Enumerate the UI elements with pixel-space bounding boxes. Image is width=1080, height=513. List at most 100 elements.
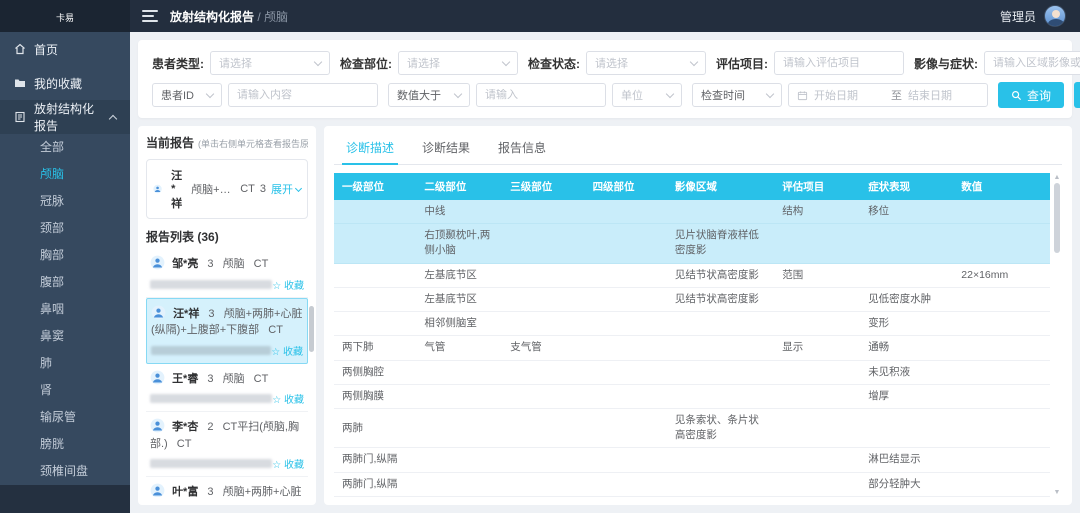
- table-cell[interactable]: [860, 263, 953, 287]
- table-cell[interactable]: [585, 263, 667, 287]
- table-cell[interactable]: [860, 496, 953, 497]
- table-cell[interactable]: [416, 448, 502, 472]
- table-cell[interactable]: [667, 384, 774, 408]
- table-cell[interactable]: [502, 287, 584, 311]
- table-cell[interactable]: 见条索状、条片状高密度影: [667, 408, 774, 447]
- table-cell[interactable]: [585, 360, 667, 384]
- table-cell[interactable]: [585, 472, 667, 496]
- sidebar-subitem[interactable]: 全部: [0, 134, 130, 161]
- table-cell[interactable]: [502, 263, 584, 287]
- table-cell[interactable]: 未见积液: [860, 360, 953, 384]
- filter-select[interactable]: 请选择: [210, 51, 330, 75]
- sidebar-subitem[interactable]: 肾: [0, 377, 130, 404]
- table-cell[interactable]: 见低密度水肿: [860, 287, 953, 311]
- table-cell[interactable]: [416, 408, 502, 447]
- table-cell[interactable]: [953, 224, 1050, 263]
- sidebar-subitem[interactable]: 颈椎间盘: [0, 458, 130, 485]
- table-cell[interactable]: 两侧胸膜: [334, 384, 416, 408]
- table-cell[interactable]: [585, 408, 667, 447]
- sidebar-item-home[interactable]: 首页: [0, 32, 130, 66]
- sidebar-subitem[interactable]: 肺: [0, 350, 130, 377]
- scroll-up-icon[interactable]: ▲: [1054, 174, 1061, 181]
- table-scrollbar[interactable]: ▲ ▼: [1052, 173, 1062, 497]
- table-cell[interactable]: 右顶颞枕叶,两侧小脑: [416, 224, 502, 263]
- table-cell[interactable]: 气管: [416, 336, 502, 360]
- collapse-menu-icon[interactable]: [142, 10, 158, 22]
- table-cell[interactable]: 见结节状高密度影: [667, 287, 774, 311]
- user-avatar[interactable]: [1044, 5, 1066, 27]
- table-cell[interactable]: 结构: [774, 200, 860, 224]
- sidebar-subitem[interactable]: 输尿管: [0, 404, 130, 431]
- table-cell[interactable]: 两肺门,纵隔: [334, 472, 416, 496]
- scroll-down-icon[interactable]: ▼: [1054, 489, 1061, 496]
- table-scrollbar-track[interactable]: [1054, 183, 1060, 487]
- table-cell[interactable]: [953, 472, 1050, 496]
- table-cell[interactable]: [953, 287, 1050, 311]
- sidebar-item-structured-report[interactable]: 放射结构化报告: [0, 100, 130, 134]
- table-cell[interactable]: 两下肺: [334, 336, 416, 360]
- table-cell[interactable]: [502, 408, 584, 447]
- table-cell[interactable]: [585, 384, 667, 408]
- table-cell[interactable]: [334, 224, 416, 263]
- diagnosis-tab[interactable]: 报告信息: [486, 132, 558, 164]
- sidebar-subitem[interactable]: 颈部: [0, 215, 130, 242]
- diagnosis-tab[interactable]: 诊断结果: [410, 132, 482, 164]
- table-cell[interactable]: [667, 200, 774, 224]
- table-scrollbar-thumb[interactable]: [1054, 183, 1060, 253]
- expand-link[interactable]: 展开: [271, 181, 301, 197]
- sidebar-item-favorites[interactable]: 我的收藏: [0, 66, 130, 100]
- table-cell[interactable]: [334, 263, 416, 287]
- table-cell[interactable]: 支气管: [502, 336, 584, 360]
- table-cell[interactable]: [774, 360, 860, 384]
- table-cell[interactable]: [667, 312, 774, 336]
- favorite-link[interactable]: ☆ 收藏: [272, 391, 304, 406]
- filter-text-input[interactable]: [993, 57, 1080, 69]
- table-cell[interactable]: 相邻侧脑室: [416, 312, 502, 336]
- table-cell[interactable]: [667, 472, 774, 496]
- breadcrumb-root[interactable]: 放射结构化报告: [170, 10, 254, 24]
- table-cell[interactable]: [953, 200, 1050, 224]
- table-cell[interactable]: [774, 408, 860, 447]
- advanced-search-button[interactable]: 高级查询: [1074, 82, 1080, 108]
- table-cell[interactable]: 左基底节区: [416, 287, 502, 311]
- list-scrollbar[interactable]: [309, 306, 314, 416]
- table-cell[interactable]: [502, 224, 584, 263]
- search-button[interactable]: 查询: [998, 82, 1064, 108]
- table-cell[interactable]: [416, 360, 502, 384]
- table-cell[interactable]: [416, 472, 502, 496]
- favorite-link[interactable]: ☆ 收藏: [271, 343, 303, 358]
- table-cell[interactable]: 两侧胸腔: [334, 360, 416, 384]
- table-cell[interactable]: [502, 448, 584, 472]
- table-cell[interactable]: [416, 384, 502, 408]
- table-cell[interactable]: [502, 200, 584, 224]
- patient-id-input[interactable]: [237, 89, 369, 101]
- table-cell[interactable]: [860, 408, 953, 447]
- table-cell[interactable]: [502, 496, 584, 497]
- sidebar-subitem[interactable]: 膀胱: [0, 431, 130, 458]
- table-cell[interactable]: 左基底节区: [416, 263, 502, 287]
- value-input[interactable]: [485, 89, 597, 101]
- table-cell[interactable]: [585, 287, 667, 311]
- table-cell[interactable]: 见结节状高密度影: [667, 263, 774, 287]
- table-cell[interactable]: 增厚: [860, 384, 953, 408]
- table-cell[interactable]: [502, 360, 584, 384]
- date-range-picker[interactable]: 开始日期 至 结束日期: [788, 83, 988, 107]
- table-cell[interactable]: [667, 336, 774, 360]
- table-cell[interactable]: [585, 496, 667, 497]
- sidebar-subitem[interactable]: 腹部: [0, 269, 130, 296]
- sidebar-subitem[interactable]: 鼻窦: [0, 323, 130, 350]
- value-compare-select[interactable]: 数值大于: [388, 83, 470, 107]
- report-list-item[interactable]: 邹*亮 3 颅脑 CT ☆ 收藏: [146, 249, 308, 298]
- table-cell[interactable]: [774, 448, 860, 472]
- table-cell[interactable]: 见致密影: [667, 496, 774, 497]
- table-cell[interactable]: [585, 336, 667, 360]
- sidebar-subitem[interactable]: 胸部: [0, 242, 130, 269]
- report-list-item[interactable]: 叶*富 3 颅脑+两肺+心脏(纵隔)+上腹部+下腹部 CT ☆ 收藏: [146, 477, 308, 497]
- filter-text-input[interactable]: [783, 57, 895, 69]
- table-cell[interactable]: [585, 224, 667, 263]
- table-cell[interactable]: 移位: [860, 200, 953, 224]
- table-cell[interactable]: [953, 448, 1050, 472]
- filter-select[interactable]: 请选择: [586, 51, 706, 75]
- table-cell[interactable]: [860, 224, 953, 263]
- table-cell[interactable]: 通畅: [860, 336, 953, 360]
